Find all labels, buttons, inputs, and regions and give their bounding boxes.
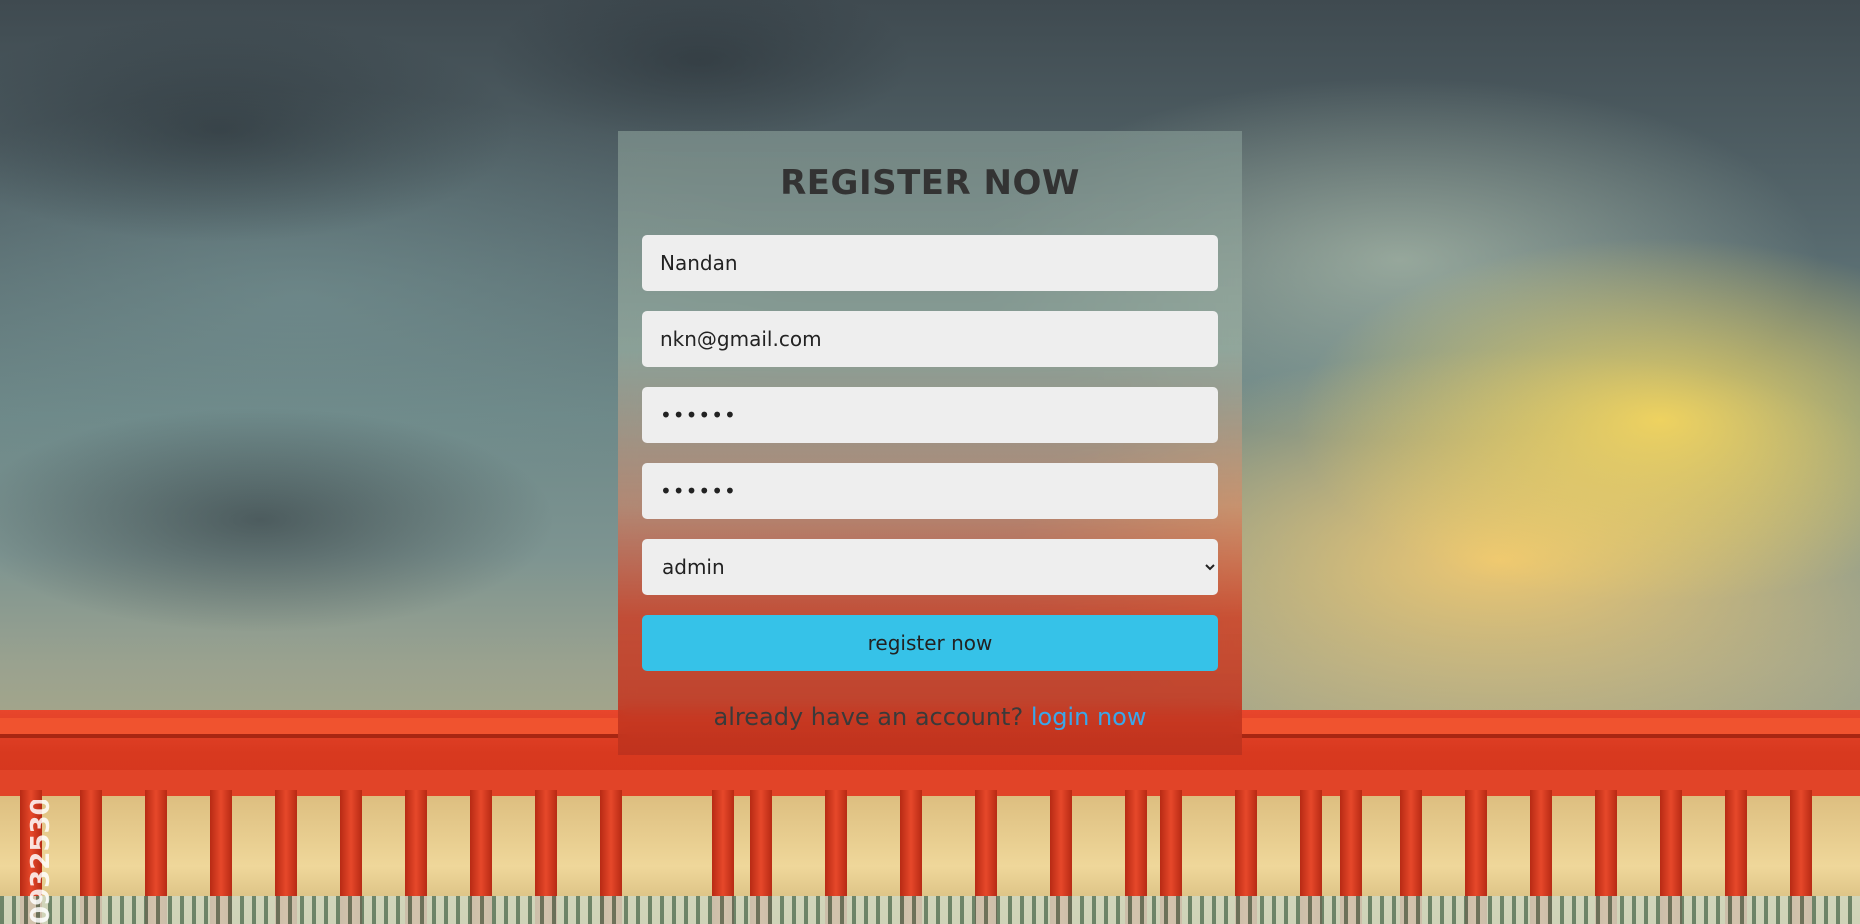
form-title: REGISTER NOW (780, 163, 1080, 203)
confirm-password-field[interactable] (642, 463, 1218, 519)
name-field[interactable] (642, 235, 1218, 291)
page: 0932530 REGISTER NOW admin register now … (0, 0, 1860, 924)
register-button[interactable]: register now (642, 615, 1218, 671)
watermark-stock-id: 0932530 (26, 800, 56, 924)
login-prompt-text: already have an account? (713, 703, 1024, 731)
email-field[interactable] (642, 311, 1218, 367)
building-railing (0, 896, 1860, 924)
login-link[interactable]: login now (1031, 703, 1147, 731)
user-type-select[interactable]: admin (642, 539, 1218, 595)
login-prompt: already have an account? login now (642, 689, 1218, 745)
password-field[interactable] (642, 387, 1218, 443)
register-form: REGISTER NOW admin register now already … (618, 131, 1242, 755)
